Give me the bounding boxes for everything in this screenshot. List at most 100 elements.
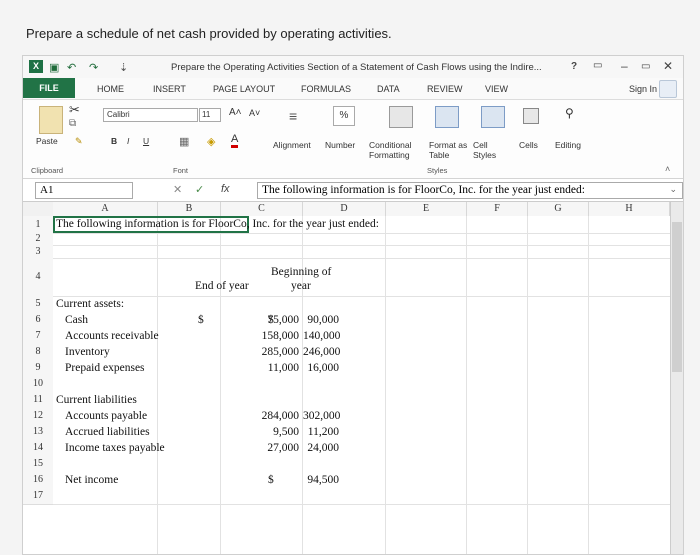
- avatar[interactable]: [659, 80, 677, 98]
- cell-a13[interactable]: Accrued liabilities: [65, 426, 150, 438]
- cell-c8[interactable]: 285,000: [221, 346, 299, 358]
- undo-icon[interactable]: ↶: [67, 61, 76, 74]
- row-header[interactable]: 15: [23, 456, 53, 473]
- customize-toolbar-icon[interactable]: ⇣: [119, 61, 128, 74]
- cell-b6-currency[interactable]: $: [198, 314, 204, 326]
- italic-button[interactable]: I: [127, 136, 129, 146]
- cell-c12[interactable]: 284,000: [221, 410, 299, 422]
- row-header[interactable]: 14: [23, 440, 53, 457]
- scrollbar-thumb[interactable]: [672, 222, 682, 372]
- cell-a12[interactable]: Accounts payable: [65, 410, 147, 422]
- cell-c13[interactable]: 9,500: [221, 426, 299, 438]
- fill-color-icon[interactable]: ◈: [207, 135, 215, 148]
- tab-insert[interactable]: INSERT: [153, 84, 186, 94]
- expand-formula-icon[interactable]: ⌄: [669, 184, 677, 195]
- row-header[interactable]: 11: [23, 392, 53, 409]
- tab-review[interactable]: REVIEW: [427, 84, 463, 94]
- cell-d6-currency[interactable]: $: [268, 314, 274, 326]
- row-header[interactable]: 1: [23, 216, 53, 234]
- binoculars-icon[interactable]: ⚲: [565, 106, 574, 120]
- row-header[interactable]: 17: [23, 488, 53, 505]
- cell-d4-line1[interactable]: Beginning of: [271, 266, 331, 278]
- paste-icon[interactable]: [39, 106, 63, 134]
- format-as-table-button[interactable]: Format as Table: [429, 140, 469, 160]
- cell-a16[interactable]: Net income: [65, 474, 118, 486]
- format-painter-icon[interactable]: ✎: [75, 136, 83, 147]
- number-button[interactable]: Number: [325, 140, 355, 150]
- row-header[interactable]: 8: [23, 344, 53, 361]
- collapse-ribbon-icon[interactable]: ˄: [665, 164, 670, 174]
- row-header[interactable]: 6: [23, 312, 53, 329]
- cell-c6[interactable]: 75,000: [221, 314, 299, 326]
- column-header-e[interactable]: E: [386, 202, 467, 216]
- alignment-button[interactable]: Alignment: [273, 140, 311, 150]
- cell-d7[interactable]: 140,000: [303, 330, 340, 342]
- cells-button[interactable]: Cells: [519, 140, 538, 150]
- cell-d8[interactable]: 246,000: [303, 346, 340, 358]
- row-header[interactable]: 9: [23, 360, 53, 377]
- cell-d9[interactable]: 16,000: [303, 362, 339, 374]
- underline-button[interactable]: U: [143, 136, 149, 146]
- conditional-formatting-button[interactable]: Conditional Formatting: [369, 140, 425, 160]
- sign-in-link[interactable]: Sign In: [629, 84, 657, 94]
- cell-c9[interactable]: 11,000: [221, 362, 299, 374]
- cell-a5[interactable]: Current assets:: [56, 298, 124, 310]
- font-size-select[interactable]: 11: [199, 108, 221, 122]
- formula-input[interactable]: The following information is for FloorCo…: [257, 182, 683, 199]
- redo-icon[interactable]: ↷: [89, 61, 98, 74]
- column-header-a[interactable]: A: [53, 202, 158, 216]
- bold-button[interactable]: B: [111, 136, 117, 146]
- cell-c4[interactable]: End of year: [195, 280, 249, 292]
- column-header-g[interactable]: G: [528, 202, 589, 216]
- editing-button[interactable]: Editing: [555, 140, 581, 150]
- restore-button[interactable]: ▭: [641, 61, 650, 72]
- row-header[interactable]: 4: [23, 258, 53, 297]
- row-header[interactable]: 12: [23, 408, 53, 425]
- close-button[interactable]: ✕: [663, 59, 673, 73]
- copy-icon[interactable]: ⧉: [69, 118, 76, 129]
- row-header[interactable]: 3: [23, 245, 53, 259]
- cell-a7[interactable]: Accounts receivable: [65, 330, 159, 342]
- cell-d6[interactable]: 90,000: [303, 314, 339, 326]
- cut-icon[interactable]: ✂: [69, 102, 80, 118]
- cell-d13[interactable]: 11,200: [303, 426, 339, 438]
- cell-styles-button[interactable]: Cell Styles: [473, 140, 507, 160]
- row-header[interactable]: 10: [23, 376, 53, 393]
- help-button[interactable]: ?: [571, 61, 577, 72]
- ribbon-display-button[interactable]: ▭: [593, 60, 602, 71]
- cell-styles-icon[interactable]: [481, 106, 505, 128]
- font-color-icon[interactable]: A: [231, 134, 239, 148]
- cells-icon[interactable]: [523, 108, 539, 124]
- cell-c7[interactable]: 158,000: [221, 330, 299, 342]
- cell-a11[interactable]: Current liabilities: [56, 394, 137, 406]
- paste-button[interactable]: Paste: [36, 136, 58, 146]
- cell-a9[interactable]: Prepaid expenses: [65, 362, 145, 374]
- tab-view[interactable]: VIEW: [485, 84, 508, 94]
- borders-icon[interactable]: ▦: [179, 135, 189, 148]
- cell-c14[interactable]: 27,000: [221, 442, 299, 454]
- column-header-h[interactable]: H: [589, 202, 670, 216]
- tab-page-layout[interactable]: PAGE LAYOUT: [213, 84, 275, 94]
- row-header[interactable]: 5: [23, 296, 53, 313]
- row-header[interactable]: 13: [23, 424, 53, 441]
- conditional-formatting-icon[interactable]: [389, 106, 413, 128]
- tab-file[interactable]: FILE: [23, 78, 75, 98]
- tab-formulas[interactable]: FORMULAS: [301, 84, 351, 94]
- row-header[interactable]: 7: [23, 328, 53, 345]
- percent-icon[interactable]: %: [333, 106, 355, 126]
- name-box[interactable]: A1: [35, 182, 133, 199]
- alignment-icon[interactable]: ≡: [289, 108, 297, 124]
- shrink-font-icon[interactable]: A˅: [249, 108, 260, 118]
- cell-a14[interactable]: Income taxes payable: [65, 442, 165, 454]
- cancel-icon[interactable]: ✕: [173, 183, 182, 196]
- column-header-f[interactable]: F: [467, 202, 528, 216]
- enter-icon[interactable]: ✓: [195, 183, 204, 196]
- select-all-corner[interactable]: [23, 202, 54, 216]
- minimize-button[interactable]: –: [621, 59, 628, 73]
- vertical-scrollbar[interactable]: [670, 202, 683, 554]
- cell-a8[interactable]: Inventory: [65, 346, 110, 358]
- tab-data[interactable]: DATA: [377, 84, 400, 94]
- grow-font-icon[interactable]: A˄: [229, 107, 242, 118]
- insert-function-icon[interactable]: fx: [221, 183, 230, 195]
- cell-a6[interactable]: Cash: [65, 314, 88, 326]
